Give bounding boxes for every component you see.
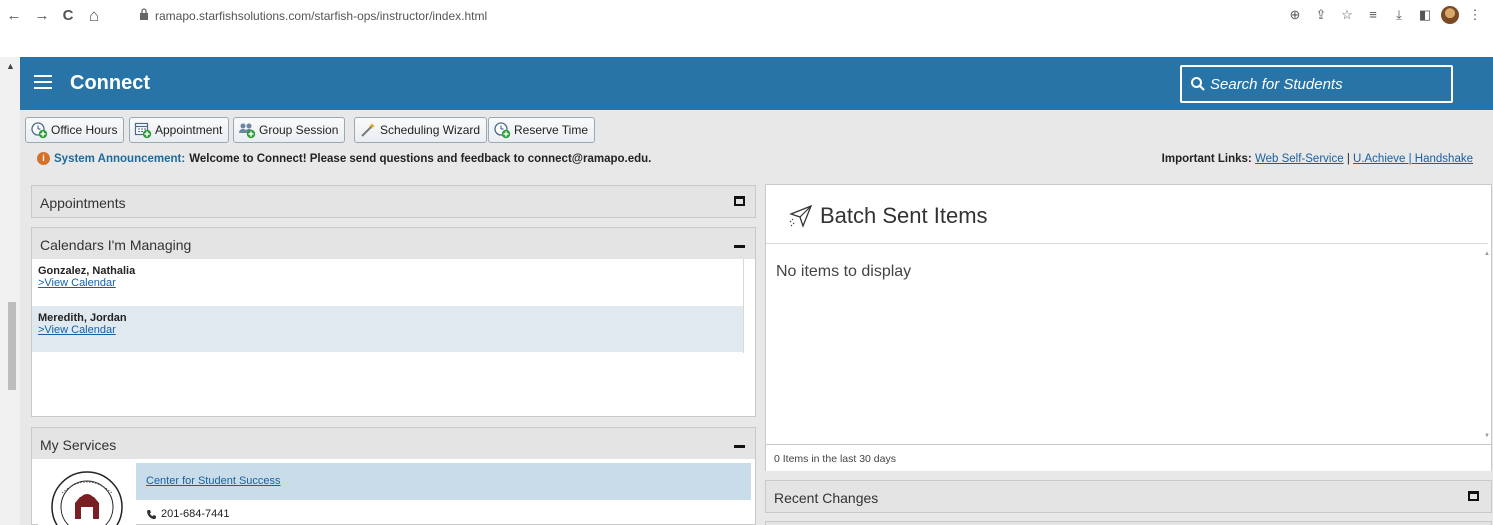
calendars-list: Gonzalez, Nathalia >View Calendar Meredi… [31, 259, 756, 417]
services-panel-header[interactable]: My Services [31, 427, 756, 460]
important-links-label: Important Links: [1161, 153, 1252, 165]
back-button[interactable]: ← [4, 6, 24, 26]
next-panel-edge [765, 521, 1492, 525]
view-calendar-link[interactable]: >View Calendar [38, 277, 743, 289]
reserve-time-label: Reserve Time [514, 123, 589, 137]
web-self-service-link[interactable]: Web Self-Service [1255, 153, 1344, 165]
left-scroll-strip: ▲ [0, 57, 20, 525]
recent-changes-panel-header[interactable]: Recent Changes [765, 480, 1492, 513]
scroll-down-icon[interactable]: ▼ [1484, 433, 1490, 439]
batch-sent-items-panel: Batch Sent Items No items to display ▲ ▼… [765, 184, 1492, 471]
group-session-button[interactable]: Group Session [233, 117, 346, 143]
services-title: My Services [40, 437, 117, 453]
maximize-icon[interactable] [1468, 491, 1479, 501]
important-links: Important Links: Web Self-Service | U.Ac… [1162, 153, 1473, 165]
scheduling-wizard-button[interactable]: Scheduling Wizard [354, 117, 488, 143]
group-session-label: Group Session [259, 123, 339, 137]
system-announcement: i System Announcement: Welcome to Connec… [37, 152, 651, 165]
share-icon[interactable]: ⇪ [1311, 5, 1331, 25]
address-bar[interactable]: ramapo.starfishsolutions.com/starfish-op… [155, 9, 487, 23]
minimize-icon[interactable] [734, 445, 745, 448]
link-separator: | [1346, 153, 1350, 165]
announcement-prefix: System Announcement: [54, 152, 186, 165]
batch-title-text: Batch Sent Items [820, 203, 988, 228]
recent-changes-title: Recent Changes [774, 490, 879, 506]
batch-footer: 0 Items in the last 30 days [766, 444, 1491, 471]
reserve-time-icon [494, 122, 511, 139]
maximize-icon[interactable] [734, 196, 745, 206]
action-toolbar: Office Hours Appointment Group Session S… [20, 110, 1493, 176]
reload-button[interactable]: C [58, 6, 78, 26]
list-scrollbar[interactable] [743, 259, 744, 353]
appointments-title: Appointments [40, 195, 126, 211]
batch-scrollbar[interactable]: ▲ ▼ [1483, 247, 1491, 443]
minimize-icon[interactable] [734, 245, 745, 248]
appointment-icon [134, 122, 152, 139]
empty-state-text: No items to display [776, 263, 912, 280]
batch-title: Batch Sent Items [788, 203, 988, 229]
group-session-icon [239, 123, 256, 139]
divider [766, 243, 1488, 244]
appointment-button[interactable]: Appointment [129, 117, 230, 143]
lock-icon [140, 8, 148, 20]
phone-icon [147, 509, 156, 519]
list-item: Meredith, Jordan >View Calendar [32, 306, 743, 352]
reading-list-icon[interactable]: ≡ [1363, 5, 1383, 25]
service-phone-number: 201-684-7441 [161, 508, 230, 520]
app-header: Connect Search for Students [20, 57, 1493, 110]
service-info-row: Center for Student Success [136, 463, 751, 500]
search-icon [1191, 77, 1205, 91]
service-phone: 201-684-7441 [146, 508, 230, 520]
uachieve-handshake-link[interactable]: U.Achieve | Handshake [1353, 153, 1473, 165]
service-card: Center for Student Success 201-684-7441 [38, 463, 751, 525]
calendar-owner-name: Gonzalez, Nathalia [38, 265, 136, 277]
appointments-panel-header[interactable]: Appointments [31, 185, 756, 218]
reserve-time-button[interactable]: Reserve Time [488, 117, 596, 143]
announcement-text: Welcome to Connect! Please send question… [189, 152, 652, 165]
scroll-up-icon[interactable]: ▲ [6, 61, 15, 71]
hamburger-menu-icon[interactable] [34, 75, 52, 89]
star-icon[interactable]: ☆ [1337, 5, 1357, 25]
profile-avatar[interactable] [1441, 6, 1459, 24]
browser-actions: ⊕ ⇪ ☆ ≡ ⤓ ◧ ⋮ [1285, 5, 1485, 25]
list-item: Gonzalez, Nathalia >View Calendar [32, 259, 743, 305]
side-panel-icon[interactable]: ◧ [1415, 5, 1435, 25]
info-icon: i [37, 152, 50, 165]
calendar-owner-name: Meredith, Jordan [38, 312, 127, 324]
search-placeholder: Search for Students [1210, 76, 1343, 93]
appointment-label: Appointment [155, 123, 223, 137]
scrollbar-thumb[interactable] [8, 302, 16, 390]
calendars-title: Calendars I'm Managing [40, 237, 192, 253]
view-calendar-link[interactable]: >View Calendar [38, 324, 743, 336]
calendars-panel-header[interactable]: Calendars I'm Managing [31, 227, 756, 260]
download-icon[interactable]: ⤓ [1389, 5, 1409, 25]
college-seal-logo [38, 463, 136, 525]
menu-icon[interactable]: ⋮ [1465, 5, 1485, 25]
app-title: Connect [70, 72, 150, 94]
service-name-link[interactable]: Center for Student Success [146, 475, 281, 487]
forward-button[interactable]: → [32, 6, 52, 26]
browser-toolbar: ← → C ⌂ ramapo.starfishsolutions.com/sta… [0, 0, 1493, 56]
scheduling-wizard-label: Scheduling Wizard [380, 123, 481, 137]
paper-plane-icon [789, 204, 813, 228]
office-hours-button[interactable]: Office Hours [25, 117, 125, 143]
office-hours-icon [31, 122, 48, 139]
wand-icon [361, 123, 375, 137]
zoom-icon[interactable]: ⊕ [1285, 5, 1305, 25]
office-hours-label: Office Hours [51, 123, 118, 137]
home-button[interactable]: ⌂ [84, 6, 104, 26]
services-list: Center for Student Success 201-684-7441 [31, 459, 756, 525]
student-search-input[interactable]: Search for Students [1180, 65, 1453, 103]
scroll-up-icon[interactable]: ▲ [1484, 251, 1490, 257]
